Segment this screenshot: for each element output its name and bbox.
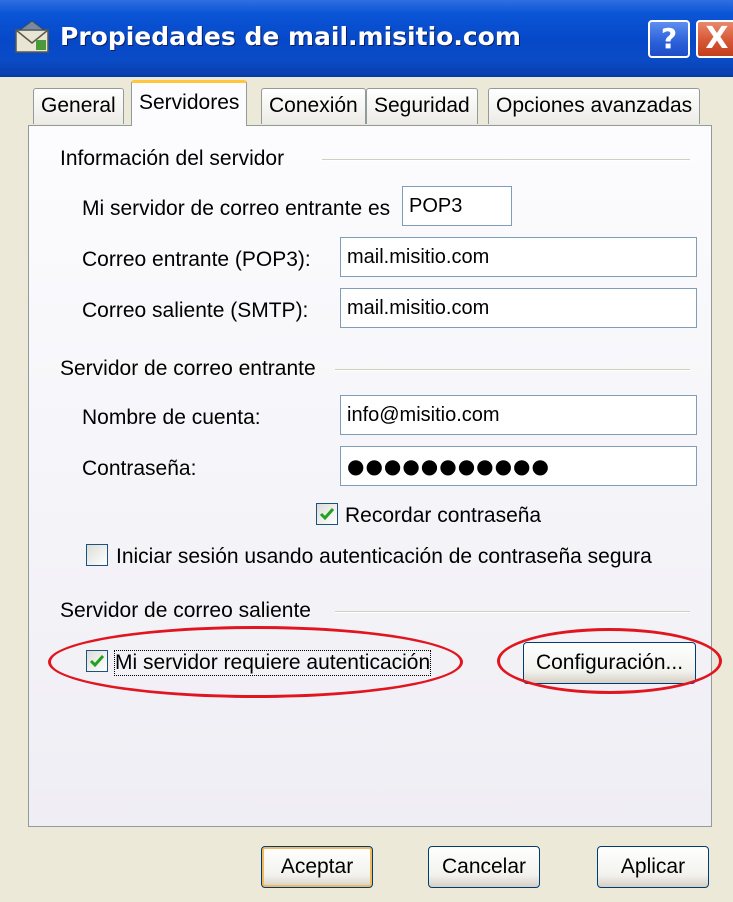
title-bar[interactable]: Propiedades de mail.misitio.com ? X (0, 0, 733, 77)
settings-button[interactable]: Configuración... (523, 642, 696, 684)
remember-password-label[interactable]: Recordar contraseña (345, 504, 541, 528)
close-button[interactable]: X (696, 20, 733, 58)
spa-label[interactable]: Iniciar sesión usando autenticación de c… (116, 545, 652, 569)
tab-seguridad[interactable]: Seguridad (366, 88, 478, 124)
section-outgoing-server: Servidor de correo saliente (60, 599, 311, 622)
mail-envelope-icon (14, 18, 50, 54)
tab-servidores[interactable]: Servidores (131, 80, 248, 126)
incoming-type-label: Mi servidor de correo entrante es (82, 197, 391, 220)
separator (335, 611, 690, 613)
remember-password-checkbox[interactable] (316, 503, 338, 525)
tab-opciones-avanzadas[interactable]: Opciones avanzadas (488, 88, 701, 124)
separator (335, 369, 690, 371)
password-input[interactable]: ●●●●●●●●●●● (340, 446, 697, 486)
incoming-server-label: Correo entrante (POP3): (82, 248, 311, 271)
section-server-info: Información del servidor (60, 147, 285, 170)
help-button[interactable]: ? (648, 20, 690, 58)
checkmark-icon (319, 508, 335, 521)
cancel-button[interactable]: Cancelar (428, 846, 540, 888)
tab-general[interactable]: General (33, 88, 124, 124)
password-label: Contraseña: (82, 457, 197, 480)
tab-conexion[interactable]: Conexión (261, 88, 366, 124)
account-name-label: Nombre de cuenta: (82, 406, 261, 429)
account-name-input[interactable]: info@misitio.com (340, 395, 697, 435)
smtp-auth-checkbox[interactable] (86, 650, 108, 672)
ok-button[interactable]: Aceptar (261, 846, 373, 888)
window-title: Propiedades de mail.misitio.com (60, 22, 521, 51)
outgoing-server-label: Correo saliente (SMTP): (82, 299, 309, 322)
outgoing-server-input[interactable]: mail.misitio.com (340, 288, 697, 328)
checkmark-icon (89, 655, 105, 668)
spa-checkbox[interactable] (86, 544, 108, 566)
incoming-server-input[interactable]: mail.misitio.com (340, 237, 697, 277)
separator (322, 159, 690, 161)
incoming-type-value: POP3 (402, 186, 512, 226)
smtp-auth-label[interactable]: Mi servidor requiere autenticación (113, 650, 432, 676)
section-incoming-server: Servidor de correo entrante (60, 357, 316, 380)
apply-button[interactable]: Aplicar (597, 846, 709, 888)
properties-dialog: Propiedades de mail.misitio.com ? X Gene… (0, 0, 733, 902)
